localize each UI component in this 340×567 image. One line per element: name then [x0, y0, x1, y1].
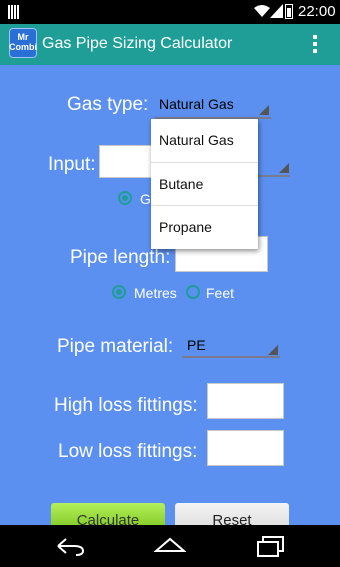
- pipe-material-label: Pipe material:: [57, 336, 174, 357]
- action-bar: Mr Combi Gas Pipe Sizing Calculator: [0, 24, 340, 65]
- app-title: Gas Pipe Sizing Calculator: [42, 35, 233, 52]
- logo-text-top: Mr: [17, 32, 29, 42]
- gas-type-label: Gas type:: [67, 94, 149, 115]
- feet-radio[interactable]: [186, 285, 200, 299]
- logo-text-bottom: Combi: [9, 42, 37, 52]
- input-unit-chevron-icon[interactable]: [279, 163, 289, 173]
- input-field[interactable]: [99, 145, 154, 178]
- back-icon[interactable]: [56, 535, 86, 557]
- pipe-material-value: PE: [187, 337, 206, 353]
- home-icon[interactable]: [154, 535, 186, 557]
- metres-label: Metres: [134, 285, 177, 301]
- signal-icon: [270, 4, 283, 18]
- pipe-length-label: Pipe length:: [70, 247, 171, 268]
- input-unit-radio-label: G: [140, 191, 151, 207]
- low-loss-fittings-field[interactable]: [207, 430, 284, 466]
- low-loss-fittings-label: Low loss fittings:: [58, 441, 198, 462]
- chevron-down-icon: [259, 105, 269, 115]
- metres-radio[interactable]: [112, 285, 126, 299]
- input-unit-radio[interactable]: [118, 191, 132, 205]
- gas-type-value: Natural Gas: [159, 96, 234, 112]
- dropdown-option-propane[interactable]: Propane: [151, 206, 258, 249]
- dropdown-option-butane[interactable]: Butane: [151, 163, 258, 206]
- feet-label: Feet: [206, 285, 235, 301]
- battery-icon: [285, 4, 293, 19]
- gas-type-dropdown: Natural Gas Butane Propane: [151, 119, 258, 249]
- navigation-bar: [0, 525, 340, 567]
- input-label: Input:: [48, 154, 96, 175]
- high-loss-fittings-field[interactable]: [207, 383, 284, 419]
- dropdown-option-natural-gas[interactable]: Natural Gas: [151, 119, 258, 162]
- notification-icon: [8, 5, 20, 19]
- high-loss-fittings-label: High loss fittings:: [54, 395, 198, 416]
- recent-apps-icon[interactable]: [256, 535, 286, 557]
- status-time: 22:00: [298, 3, 336, 20]
- status-bar: 22:00: [0, 0, 340, 24]
- wifi-icon: [254, 5, 270, 17]
- overflow-menu-icon[interactable]: [311, 33, 319, 55]
- app-logo: Mr Combi: [9, 28, 37, 58]
- chevron-down-icon: [268, 345, 278, 355]
